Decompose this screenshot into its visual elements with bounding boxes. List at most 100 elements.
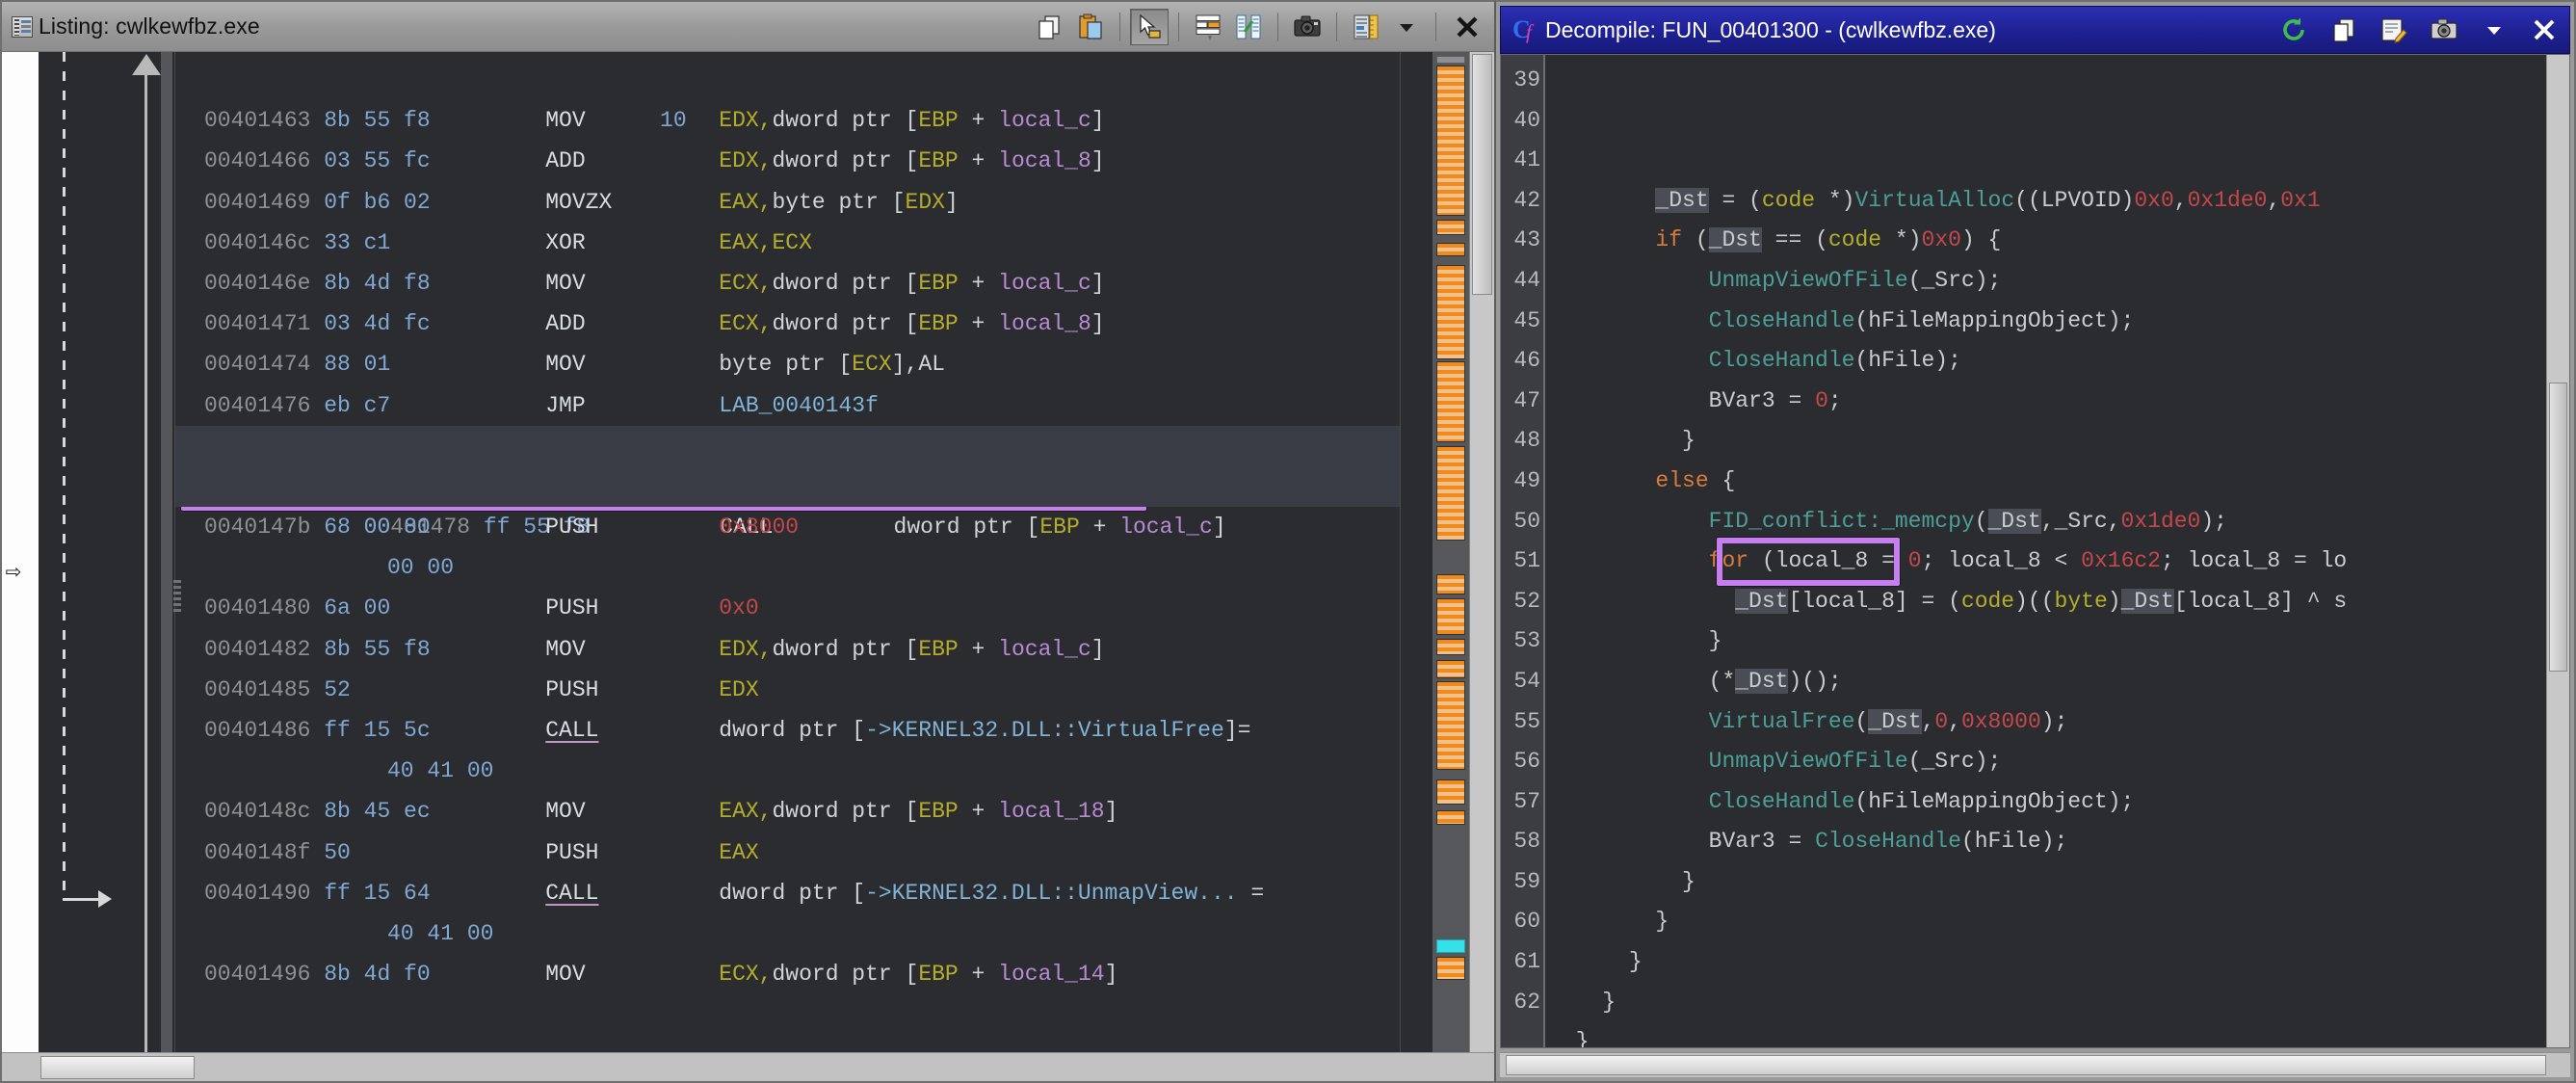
decompile-line[interactable]: else {	[1549, 462, 2546, 502]
listing-row-mnemonic[interactable]: CALL	[545, 718, 598, 743]
overview-marker[interactable]	[1436, 638, 1465, 656]
decompile-function-token[interactable]: CloseHandle	[1709, 308, 1855, 333]
listing-overview-bar[interactable]	[1433, 52, 1469, 1052]
decompile-highlighted-variable[interactable]: _Dst	[2120, 588, 2174, 614]
decompile-line[interactable]: }	[1549, 1022, 2546, 1047]
diff-view-icon[interactable]	[1229, 9, 1268, 45]
listing-row[interactable]: 0040146e 8b 4d f8 MOV ECX,dword ptr [EBP +…	[175, 263, 1400, 304]
decompile-line[interactable]: _Dst = (code *)VirtualAlloc((LPVOID)0x0,…	[1549, 181, 2546, 222]
listing-row-operand-localvar[interactable]: local_14	[998, 962, 1104, 987]
decompile-line[interactable]: CloseHandle(hFileMappingObject);	[1549, 302, 2546, 342]
decompile-highlighted-variable[interactable]: _Dst	[1735, 668, 1789, 694]
listing-row-operand-localvar[interactable]: local_c	[998, 271, 1091, 296]
listing-call-row[interactable]: 00401478 ff 55 f8 CALL dword ptr [EBP + lo…	[175, 465, 1400, 540]
listing-horizontal-scrollbar[interactable]	[2, 1052, 1494, 1081]
expand-rows-icon[interactable]	[1189, 9, 1227, 45]
listing-row-operand-localvar[interactable]: local_c	[998, 637, 1091, 662]
listing-row-mnemonic[interactable]: CALL	[545, 881, 598, 906]
decompile-function-token[interactable]: FID_conflict:_memcpy	[1709, 509, 1975, 534]
listing-row[interactable]: 00401485 52 PUSH EDX	[175, 670, 1400, 710]
decompile-horizontal-scrollbar[interactable]	[1500, 1052, 2570, 1077]
listing-hscroll-thumb[interactable]	[40, 1056, 195, 1079]
overview-marker[interactable]	[1436, 660, 1465, 678]
overview-marker[interactable]	[1436, 264, 1465, 359]
decompile-highlighted-variable[interactable]: _Dst	[1868, 708, 1922, 734]
refresh-icon[interactable]	[2273, 11, 2315, 49]
snapshot-icon[interactable]	[2423, 11, 2465, 49]
decompile-titlebar[interactable]: C f Decompile: FUN_00401300 - (cwlkewfbz…	[1500, 6, 2570, 54]
decompile-line[interactable]: FID_conflict:_memcpy(_Dst,_Src,0x1de0);	[1549, 502, 2546, 542]
chevron-down-icon[interactable]	[1387, 9, 1426, 45]
decompile-line[interactable]: }	[1549, 862, 2546, 903]
overview-marker[interactable]	[1436, 810, 1465, 826]
overview-marker[interactable]	[1436, 681, 1465, 771]
listing-row[interactable]: 00401463 8b 55 f8 MOV EDX,dword ptr [EBP +…	[175, 100, 1400, 141]
listing-row-operand-extref[interactable]: ->KERNEL32.DLL::UnmapView...	[865, 881, 1237, 906]
overview-marker[interactable]	[1436, 597, 1465, 636]
listing-row-operand-localvar[interactable]: local_8	[998, 148, 1091, 173]
overview-marker[interactable]	[1436, 361, 1465, 443]
listing-row[interactable]: 40 41 00	[175, 751, 1400, 791]
decompile-function-token[interactable]: UnmapViewOfFile	[1709, 268, 1908, 293]
decompile-line[interactable]: _Dst[local_8] = (code)((byte)_Dst[local_…	[1549, 582, 2546, 622]
listing-vscroll-thumb[interactable]	[1472, 54, 1492, 295]
listing-label-row[interactable]: LAB_00401478XREF[1]:0040	[175, 425, 1400, 499]
overview-marker[interactable]	[1436, 573, 1465, 594]
decompile-line[interactable]: }	[1549, 983, 2546, 1023]
listing-row[interactable]: 00 00	[175, 547, 1400, 588]
listing-marker-margin[interactable]	[1400, 52, 1433, 1052]
listing-code-area[interactable]: 10 00401463 8b 55 f8 MOV EDX,dword ptr [EB…	[175, 52, 1400, 1052]
decompile-line[interactable]: CloseHandle(hFileMappingObject);	[1549, 782, 2546, 823]
chevron-down-icon[interactable]	[2473, 11, 2515, 49]
panel-split-handle[interactable]: ⇨	[2, 553, 25, 592]
decompile-line[interactable]: UnmapViewOfFile(_Src);	[1549, 742, 2546, 782]
copy-icon[interactable]	[2323, 11, 2365, 49]
overview-marker[interactable]	[1436, 779, 1465, 806]
listing-row-operand-extref[interactable]: ->KERNEL32.DLL::VirtualFree	[865, 718, 1224, 743]
decompile-function-token[interactable]: CloseHandle	[1709, 789, 1855, 814]
listing-row[interactable]: 00401482 8b 55 f8 MOV EDX,dword ptr [EBP +…	[175, 629, 1400, 670]
decompile-line[interactable]: CloseHandle(hFile);	[1549, 341, 2546, 382]
decompile-code-area[interactable]: _Dst = (code *)VirtualAlloc((LPVOID)0x0,…	[1545, 55, 2546, 1047]
listing-vertical-scrollbar[interactable]	[1469, 52, 1494, 1052]
listing-drag-grip[interactable]	[173, 580, 181, 613]
decompile-highlighted-variable[interactable]: _Dst	[1987, 508, 2041, 534]
decompile-line[interactable]: for (local_8 = 0; local_8 < 0x16c2; loca…	[1549, 542, 2546, 582]
decompile-line[interactable]: }	[1549, 942, 2546, 983]
close-icon[interactable]	[2523, 11, 2565, 49]
decompile-line[interactable]: BVar3 = CloseHandle(hFile);	[1549, 822, 2546, 862]
decompile-line[interactable]: (*_Dst)();	[1549, 662, 2546, 702]
decompile-function-token[interactable]: CloseHandle	[1815, 829, 1961, 854]
listing-row[interactable]: 00401490 ff 15 64 CALL dword ptr [->KERNEL…	[175, 873, 1400, 913]
overview-marker[interactable]	[1436, 219, 1465, 235]
listing-row[interactable]: 0040146c 33 c1 XOR EAX,ECX	[175, 223, 1400, 263]
decompile-function-token[interactable]: UnmapViewOfFile	[1709, 749, 1908, 774]
edit-layout-icon[interactable]	[1347, 9, 1385, 45]
listing-row[interactable]: 00401480 6a 00 PUSH 0x0	[175, 588, 1400, 628]
paste-icon[interactable]	[1071, 9, 1110, 45]
listing-row[interactable]: 00401474 88 01 MOV byte ptr [ECX],AL	[175, 344, 1400, 384]
listing-row-operand-localvar[interactable]: local_c	[998, 108, 1091, 133]
overview-marker[interactable]	[1436, 55, 1465, 65]
close-icon[interactable]	[1446, 8, 1488, 46]
decompile-function-token[interactable]: CloseHandle	[1709, 348, 1855, 373]
listing-row[interactable]: 00401476 eb c7 JMP LAB_0040143f	[175, 385, 1400, 426]
decompile-line[interactable]: }	[1549, 621, 2546, 662]
listing-row-operand-localvar[interactable]: local_8	[998, 311, 1091, 336]
listing-row[interactable]: 40 41 00	[175, 913, 1400, 954]
copy-icon[interactable]	[1031, 9, 1069, 45]
listing-titlebar[interactable]: Listing: cwlkewfbz.exe	[2, 2, 1494, 52]
decompile-function-token[interactable]: VirtualFree	[1709, 709, 1855, 734]
decompile-line[interactable]: VirtualFree(_Dst,0,0x8000);	[1549, 702, 2546, 743]
listing-row[interactable]: 00401496 8b 4d f0 MOV ECX,dword ptr [EBP +…	[175, 954, 1400, 994]
listing-row[interactable]: 00401471 03 4d fc ADD ECX,dword ptr [EBP +…	[175, 304, 1400, 344]
decompile-line[interactable]: }	[1549, 421, 2546, 462]
listing-row[interactable]: 00401466 03 55 fc ADD EDX,dword ptr [EBP +…	[175, 141, 1400, 181]
decompile-hscroll-thumb[interactable]	[1506, 1055, 2546, 1075]
edit-icon[interactable]	[2373, 11, 2415, 49]
decompile-line[interactable]: if (_Dst == (code *)0x0) {	[1549, 221, 2546, 261]
listing-row[interactable]: 00401469 0f b6 02 MOVZX EAX,byte ptr [EDX]	[175, 182, 1400, 223]
decompile-highlighted-variable[interactable]: _Dst	[1655, 187, 1709, 213]
decompile-vscroll-thumb[interactable]	[2549, 383, 2567, 672]
decompile-line[interactable]: BVar3 = 0;	[1549, 382, 2546, 422]
